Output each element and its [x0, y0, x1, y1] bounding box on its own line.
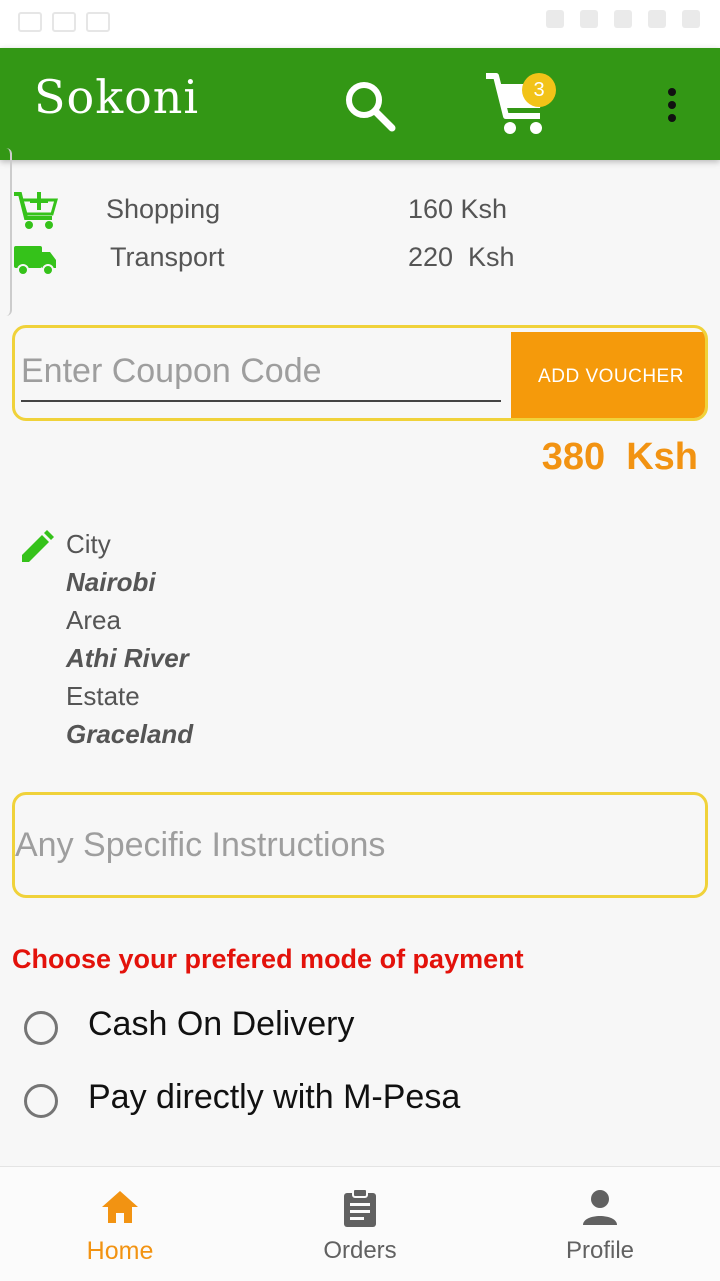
area-value: Athi River [66, 643, 189, 673]
instructions-box [12, 792, 708, 898]
battery-icon [682, 10, 700, 28]
more-vert-icon[interactable] [660, 88, 684, 128]
transport-cost-row: Transport 220 Ksh [0, 236, 720, 280]
app-bar: Sokoni 3 [0, 48, 720, 160]
notification-icon [86, 12, 110, 32]
status-bar [0, 0, 720, 48]
payment-heading: Choose your prefered mode of payment [12, 944, 524, 974]
bluetooth-icon [546, 10, 564, 28]
shopping-cost-row: Shopping 160 Ksh [0, 188, 720, 232]
radio-button[interactable] [24, 1084, 58, 1118]
add-shopping-cart-icon [12, 190, 58, 230]
drawer-edge[interactable] [0, 148, 12, 316]
city-value: Nairobi [66, 567, 156, 597]
payment-option-label[interactable]: Pay directly with M-Pesa [88, 1078, 460, 1117]
wifi-icon [614, 10, 632, 28]
signal-icon [648, 10, 666, 28]
nav-orders-label: Orders [323, 1237, 397, 1264]
estate-value: Graceland [66, 719, 194, 749]
nav-profile[interactable]: Profile [500, 1167, 700, 1281]
nav-home[interactable]: Home [20, 1167, 220, 1281]
nav-home-label: Home [86, 1237, 154, 1265]
status-icons-left [18, 12, 110, 32]
status-icons-right [546, 10, 700, 28]
truck-icon [12, 238, 58, 278]
image-icon [18, 12, 42, 32]
transport-value: 220 Ksh [408, 242, 515, 272]
coupon-code-input[interactable] [21, 342, 501, 402]
city-label: City [66, 529, 111, 559]
add-voucher-button[interactable]: ADD VOUCHER [511, 332, 705, 418]
bottom-navigation: Home Orders Profile [0, 1166, 720, 1281]
app-title: Sokoni [34, 70, 200, 124]
pencil-icon[interactable] [18, 530, 54, 566]
area-label: Area [66, 605, 121, 635]
shopping-value: 160 Ksh [408, 194, 508, 224]
clipboard-icon [340, 1187, 380, 1227]
total-amount: 380 Ksh [541, 436, 698, 478]
shopping-label: Shopping [106, 194, 221, 224]
mute-icon [580, 10, 598, 28]
radio-button[interactable] [24, 1011, 58, 1045]
photo-icon [52, 12, 76, 32]
person-icon [580, 1187, 620, 1227]
estate-label: Estate [66, 681, 140, 711]
nav-orders[interactable]: Orders [260, 1167, 460, 1281]
nav-profile-label: Profile [565, 1237, 635, 1264]
payment-option-label[interactable]: Cash On Delivery [88, 1005, 354, 1044]
coupon-box: ADD VOUCHER [12, 325, 708, 421]
instructions-input[interactable] [15, 815, 695, 875]
home-icon [100, 1187, 140, 1227]
search-icon[interactable] [340, 76, 400, 136]
cart-badge: 3 [522, 73, 556, 107]
transport-label: Transport [110, 242, 225, 272]
